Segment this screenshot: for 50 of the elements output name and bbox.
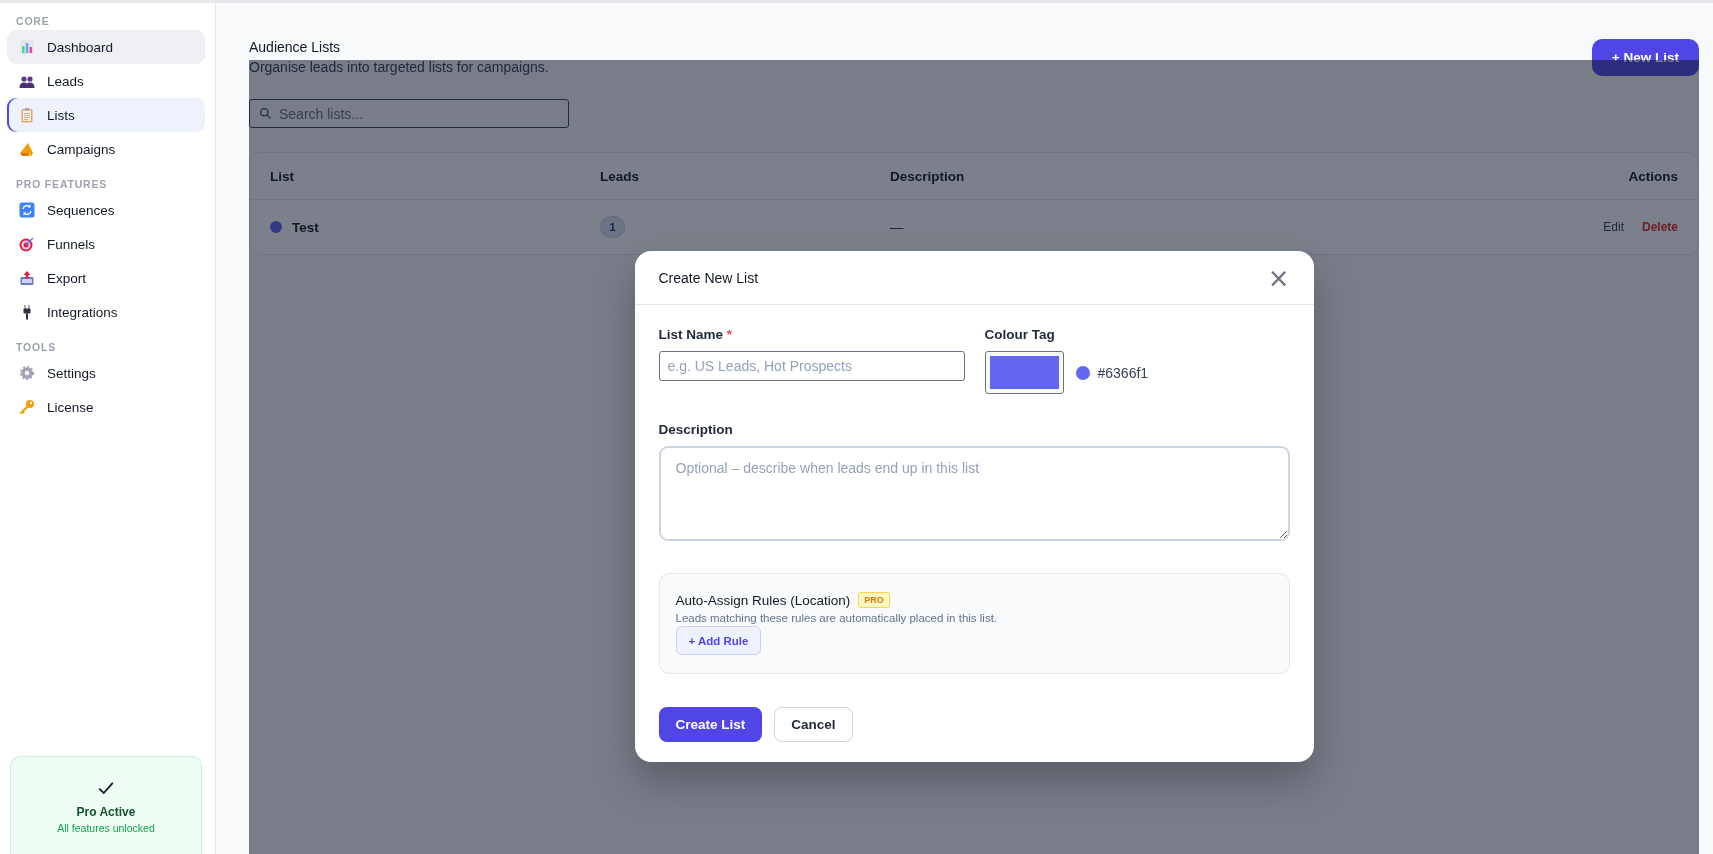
status-subtitle: All features unlocked <box>57 822 155 834</box>
sidebar-item[interactable]: Integrations <box>7 295 205 329</box>
sidebar-item[interactable]: Leads <box>7 64 205 98</box>
rules-hint: Leads matching these rules are automatically placed in this list. <box>675 612 999 624</box>
sidebar-item[interactable]: Settings <box>7 356 205 390</box>
page-title: Audience Lists <box>249 39 342 56</box>
rules-title: Auto-Assign Rules (Location) <box>675 592 851 608</box>
list-name: Test <box>292 219 319 235</box>
sidebar-item[interactable]: Sequences <box>7 193 205 227</box>
color-hex-value: #6366f1 <box>1097 364 1149 381</box>
people-icon <box>19 73 35 89</box>
key-icon <box>19 399 35 415</box>
clipboard-icon <box>19 107 35 123</box>
section-heading: PRO FEATURES <box>15 177 109 192</box>
column-header: Leads <box>600 168 641 184</box>
target-icon <box>19 236 35 252</box>
description-field[interactable]: Optional – describe when leads end up in this list <box>658 446 1290 541</box>
column-header: Description <box>890 168 966 184</box>
search-icon <box>259 107 272 120</box>
row-action-link[interactable]: Edit <box>1603 220 1624 234</box>
cancel-button[interactable]: Cancel <box>774 707 853 742</box>
status-title: Pro Active <box>76 805 136 819</box>
outbox-icon <box>19 270 35 286</box>
sidebar-item[interactable]: Export <box>7 261 205 295</box>
list-description: — <box>890 219 904 235</box>
sidebar-item[interactable]: Dashboard <box>7 30 205 64</box>
dialog-title: Create New List <box>658 269 759 286</box>
sidebar-item[interactable]: Lists <box>7 98 205 132</box>
page-subtitle: Organise leads into targeted lists for campaigns. <box>249 59 549 76</box>
field-label: List Name * <box>658 327 734 342</box>
list-color-dot <box>270 221 282 233</box>
refresh-icon <box>19 202 35 218</box>
field-label: Colour Tag <box>984 327 1056 342</box>
add-rule-button[interactable]: + Add Rule <box>675 626 762 655</box>
sidebar-item[interactable]: Funnels <box>7 227 205 261</box>
gear-icon <box>19 365 35 381</box>
sidebar-item[interactable]: License <box>7 390 205 424</box>
field-label: Description <box>658 422 734 437</box>
close-button[interactable]: × <box>1267 264 1290 291</box>
section-heading: CORE <box>15 14 51 29</box>
lead-count-badge: 1 <box>600 216 625 238</box>
create-list-button[interactable]: Create List <box>658 707 763 742</box>
section-heading: TOOLS <box>15 340 57 355</box>
list-name-field[interactable]: e.g. US Leads, Hot Prospects <box>658 351 965 381</box>
column-header: List <box>270 168 295 184</box>
search-field[interactable]: Search lists... <box>249 99 569 128</box>
sidebar-item[interactable]: Campaigns <box>7 132 205 166</box>
bar-chart-icon <box>19 39 35 55</box>
pro-badge: PRO <box>858 592 890 608</box>
column-header: Actions <box>1627 168 1678 184</box>
